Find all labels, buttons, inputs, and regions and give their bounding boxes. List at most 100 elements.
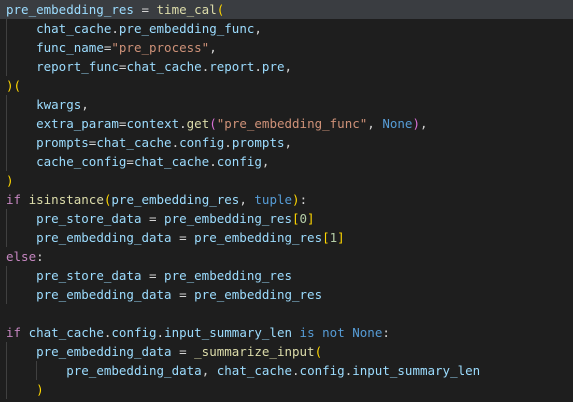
code-line[interactable]: pre_embedding_data = pre_embedding_res: [0, 285, 573, 304]
code-line[interactable]: ): [0, 171, 573, 190]
code-token: pre_embedding_data: [66, 363, 202, 378]
code-token: "pre_process": [111, 40, 210, 55]
code-line[interactable]: cache_config=chat_cache.config,: [0, 152, 573, 171]
code-token: ): [292, 192, 300, 207]
code-token: :: [299, 192, 308, 207]
code-token: pre_embedding_data: [36, 230, 172, 245]
code-token: isinstance: [28, 192, 104, 207]
code-line[interactable]: if isinstance(pre_embedding_res, tuple):: [0, 190, 573, 209]
code-token: [: [291, 211, 300, 226]
code-token: prompts: [36, 135, 89, 150]
code-token: =: [141, 211, 165, 226]
code-token: ): [6, 78, 14, 93]
code-token: ): [36, 382, 44, 397]
code-token: report: [209, 59, 255, 74]
code-token: ]: [307, 211, 315, 226]
code-token: ,: [284, 59, 293, 74]
code-token: =: [171, 344, 195, 359]
code-token: config: [216, 154, 262, 169]
code-token: cache_config: [36, 154, 127, 169]
code-token: .: [111, 21, 119, 36]
code-line[interactable]: prompts=chat_cache.config.prompts,: [0, 133, 573, 152]
code-token: :: [382, 325, 390, 340]
code-token: =: [171, 287, 195, 302]
code-token: chat_cache: [126, 59, 202, 74]
code-token: pre_embedding_func: [118, 21, 255, 36]
code-token: ,: [261, 154, 270, 169]
code-token: [: [322, 230, 330, 245]
code-token: None: [352, 325, 383, 340]
code-token: config: [299, 363, 345, 378]
code-token: .: [224, 135, 232, 150]
code-token: chat_cache: [96, 135, 172, 150]
code-line[interactable]: pre_store_data = pre_embedding_res[0]: [0, 209, 573, 228]
code-token: =: [141, 268, 165, 283]
code-token: pre_embedding_res: [6, 2, 134, 17]
code-token: func_name: [36, 40, 104, 55]
code-token: chat_cache: [28, 325, 104, 340]
code-token: input_summary_len: [164, 325, 293, 340]
code-line[interactable]: extra_param=context.get("pre_embedding_f…: [0, 114, 573, 133]
code-token: pre_embedding_res: [164, 268, 292, 283]
code-token: .: [156, 325, 165, 340]
code-token: (: [209, 116, 217, 131]
code-token: chat_cache: [216, 363, 293, 378]
code-token: ,: [201, 363, 217, 378]
code-token: ,: [419, 116, 428, 131]
code-line[interactable]: if chat_cache.config.input_summary_len i…: [0, 323, 573, 342]
code-line[interactable]: pre_embedding_data = pre_embedding_res[1…: [0, 228, 573, 247]
code-token: else: [6, 249, 37, 264]
code-line[interactable]: pre_embedding_data, chat_cache.config.in…: [0, 361, 573, 380]
code-line[interactable]: chat_cache.pre_embedding_func,: [0, 19, 573, 38]
code-line[interactable]: ): [0, 380, 573, 399]
code-token: .: [209, 154, 217, 169]
code-line[interactable]: pre_embedding_data = _summarize_input(: [0, 342, 573, 361]
code-line[interactable]: func_name="pre_process",: [0, 38, 573, 57]
code-token: =: [126, 154, 134, 169]
code-token: .: [171, 135, 180, 150]
code-token: time_cal: [156, 2, 217, 17]
code-token: chat_cache: [36, 21, 112, 36]
code-token: (: [13, 78, 22, 93]
code-token: pre_embedding_res: [164, 211, 292, 226]
code-line[interactable]: report_func=chat_cache.report.pre,: [0, 57, 573, 76]
code-line[interactable]: else:: [0, 247, 573, 266]
code-token: 0: [299, 211, 308, 226]
code-token: extra_param: [36, 116, 119, 131]
code-token: "pre_embedding_func": [216, 116, 368, 131]
code-token: =: [133, 2, 157, 17]
code-token: ,: [367, 116, 383, 131]
code-token: =: [171, 230, 195, 245]
code-token: report_func: [36, 59, 119, 74]
code-token: pre_store_data: [36, 268, 142, 283]
code-editor[interactable]: pre_embedding_res = time_cal( chat_cache…: [0, 0, 573, 402]
code-line[interactable]: pre_store_data = pre_embedding_res: [0, 266, 573, 285]
code-line[interactable]: [0, 304, 573, 323]
code-token: pre: [261, 59, 285, 74]
code-line[interactable]: kwargs,: [0, 95, 573, 114]
code-line[interactable]: pre_embedding_res = time_cal(: [0, 0, 573, 19]
code-token: prompts: [231, 135, 285, 150]
code-token: ,: [239, 192, 255, 207]
code-token: (: [216, 2, 225, 17]
code-token: pre_embedding_res: [194, 287, 323, 302]
code-token: ): [6, 173, 14, 188]
code-token: (: [314, 344, 323, 359]
code-token: not: [322, 325, 345, 340]
code-token: :: [36, 249, 44, 264]
code-line[interactable]: )(: [0, 76, 573, 95]
code-token: is: [299, 325, 315, 340]
